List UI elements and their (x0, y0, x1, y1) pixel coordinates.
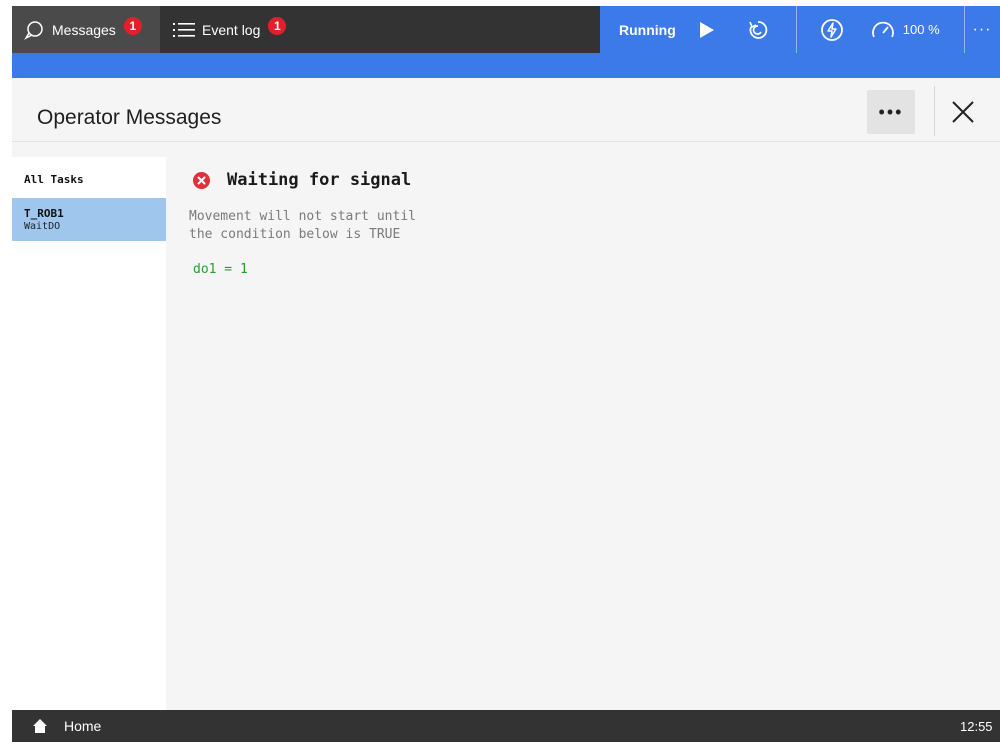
list-icon (172, 18, 196, 42)
task-item-t-rob1[interactable]: T_ROB1 WaitDO (12, 198, 166, 241)
tab-event-log[interactable]: Event log 1 (162, 6, 312, 53)
task-instruction: WaitDO (24, 221, 61, 232)
cycle-icon[interactable] (746, 17, 770, 43)
message-body-line: Movement will not start until (189, 209, 416, 224)
message-body: Movement will not start until the condit… (189, 208, 416, 244)
close-icon (952, 101, 974, 123)
messages-badge: 1 (123, 16, 142, 35)
bottom-bar: Home 12:55 (12, 710, 1000, 742)
event-log-badge: 1 (268, 16, 287, 35)
header-divider-line (12, 141, 1000, 142)
controller-status: Running 100 % ··· (600, 6, 1000, 53)
chat-icon (22, 18, 46, 42)
status-strip (12, 53, 1000, 78)
play-icon[interactable] (699, 21, 716, 39)
speed-value: 100 % (902, 22, 940, 37)
home-button[interactable]: Home (32, 710, 101, 742)
header-more-button[interactable]: ••• (867, 90, 915, 134)
tab-messages-label: Messages (52, 21, 116, 38)
message-condition: do1 = 1 (193, 262, 248, 277)
more-divider (964, 6, 965, 53)
run-state-label[interactable]: Running (619, 22, 676, 38)
task-list: All Tasks T_ROB1 WaitDO (12, 157, 166, 710)
tab-messages[interactable]: Messages 1 (12, 6, 160, 53)
task-name: T_ROB1 (24, 207, 64, 220)
close-button[interactable] (947, 94, 979, 130)
page-header: Operator Messages (12, 78, 1000, 142)
message-title: Waiting for signal (227, 170, 412, 190)
message-body-line: the condition below is TRUE (189, 227, 401, 242)
home-label: Home (64, 718, 102, 734)
bolt-icon[interactable] (819, 17, 845, 43)
speed-control[interactable]: 100 % (871, 21, 940, 39)
header-divider (934, 86, 935, 136)
status-divider (795, 6, 797, 53)
all-tasks-label[interactable]: All Tasks (24, 173, 84, 186)
clock: 12:55 (960, 718, 993, 734)
app-frame: Messages 1 Event log 1 Running 100 % ···… (12, 6, 1000, 742)
page-title: Operator Messages (37, 106, 222, 129)
home-icon (32, 718, 48, 734)
more-icon[interactable]: ··· (964, 6, 1000, 53)
top-bar: Messages 1 Event log 1 Running 100 % ··· (12, 6, 1000, 53)
speedometer-icon (871, 21, 894, 37)
error-icon (193, 172, 210, 189)
tab-event-log-label: Event log (202, 21, 261, 38)
